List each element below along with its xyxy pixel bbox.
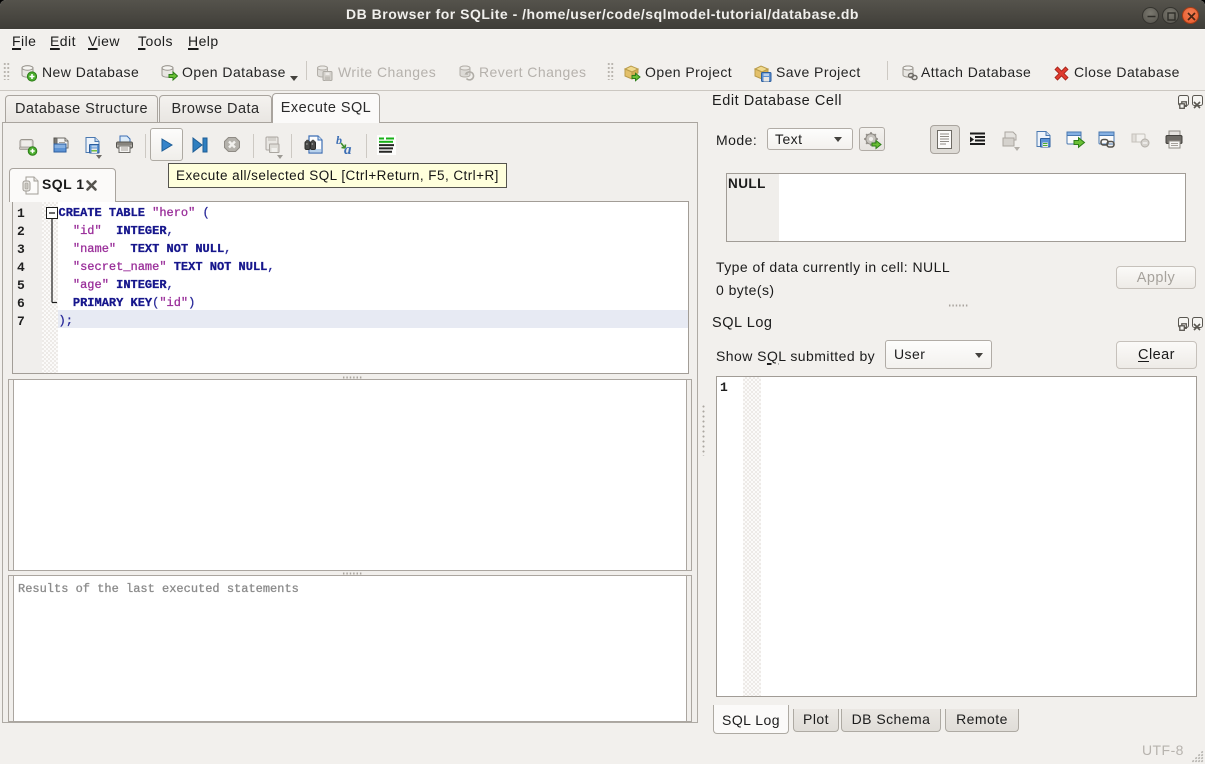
svg-text:b: b [336, 134, 342, 147]
svg-text:a: a [344, 142, 352, 155]
